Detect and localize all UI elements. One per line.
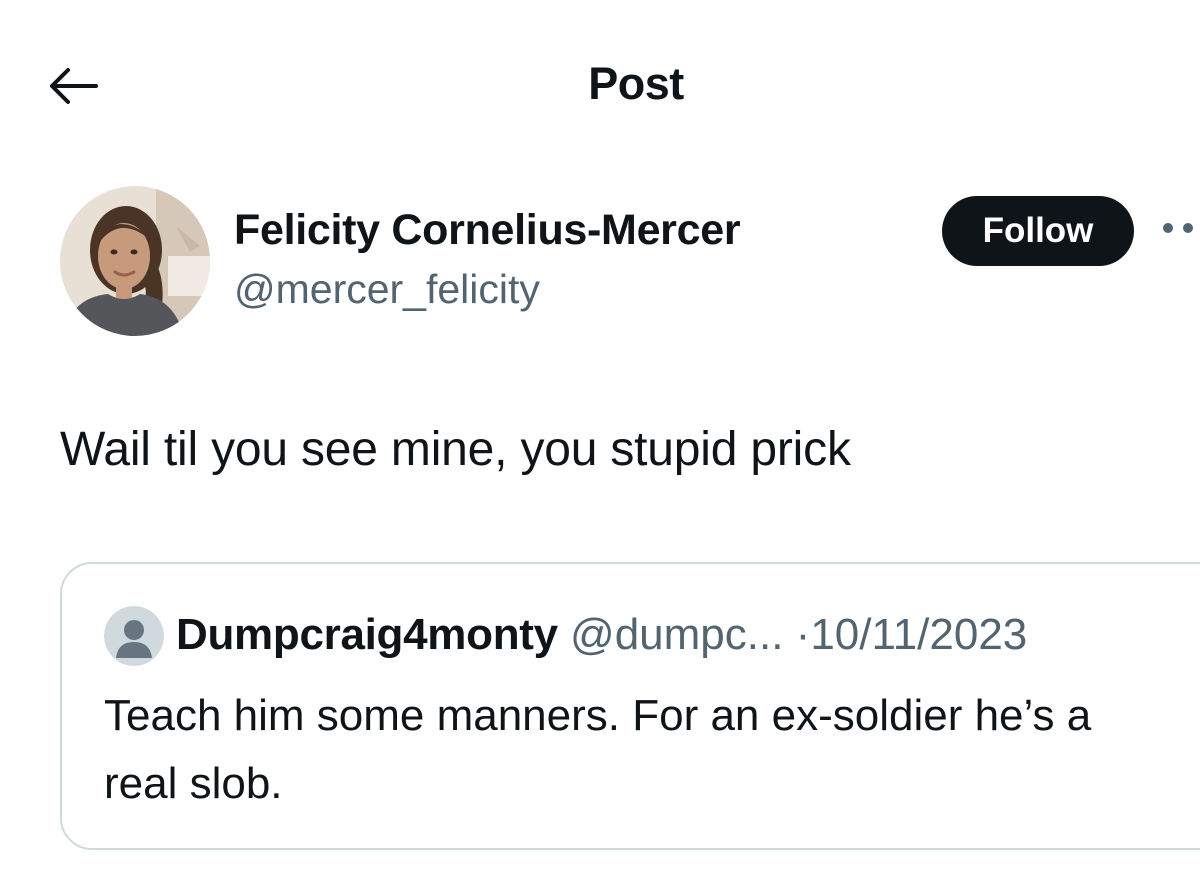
post-author: Felicity Cornelius-Mercer @mercer_felici… — [60, 186, 1200, 338]
meta-separator: · — [795, 610, 811, 659]
author-avatar[interactable] — [60, 186, 210, 336]
quoted-post-text: Teach him some manners. For an ex-soldie… — [104, 691, 1092, 808]
quoted-author-handle: @dumpc... — [570, 610, 784, 659]
quoted-post-date: 10/11/2023 — [810, 610, 1028, 659]
page-title: Post — [588, 58, 684, 109]
avatar-photo — [60, 186, 210, 336]
default-avatar-icon — [104, 606, 164, 666]
quoted-author-name: Dumpcraig4monty — [176, 610, 558, 659]
follow-button[interactable]: Follow — [942, 196, 1134, 266]
quoted-post[interactable]: Dumpcraig4monty @dumpc... ·10/11/2023 Te… — [60, 562, 1200, 850]
top-bar: Post — [0, 0, 1200, 170]
author-handle[interactable]: @mercer_felicity — [234, 266, 540, 313]
more-horizontal-icon — [1163, 223, 1193, 233]
quoted-author-avatar — [104, 606, 164, 666]
quoted-post-meta: Dumpcraig4monty @dumpc... ·10/11/2023 — [176, 610, 1027, 660]
post-text: Wail til you see mine, you stupid prick — [60, 423, 851, 476]
more-options-button[interactable] — [1158, 206, 1200, 256]
author-name[interactable]: Felicity Cornelius-Mercer — [234, 206, 741, 255]
